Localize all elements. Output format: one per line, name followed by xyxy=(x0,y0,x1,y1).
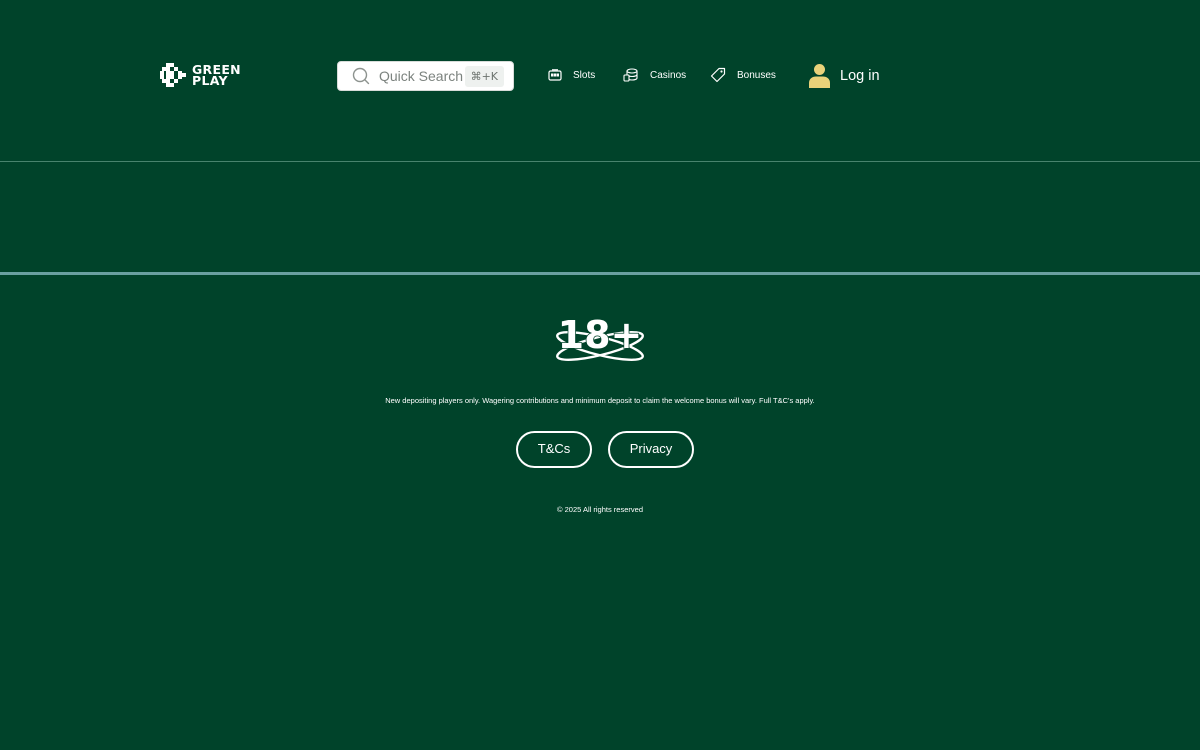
slot-machine-icon xyxy=(548,69,562,81)
nav-item-slots[interactable]: Slots xyxy=(548,66,595,84)
privacy-link-button[interactable]: Privacy xyxy=(608,431,694,468)
user-icon xyxy=(809,64,830,88)
search-shortcut-badge: ⌘+K xyxy=(464,66,504,87)
login-button[interactable]: Log in xyxy=(809,63,880,88)
coins-stack-icon xyxy=(623,68,638,82)
nav-label-casinos: Casinos xyxy=(650,69,687,81)
section-divider xyxy=(0,272,1200,275)
tag-icon xyxy=(710,67,726,83)
login-label: Log in xyxy=(840,67,880,84)
page: GREEN PLAY Quick Search ⌘+K Slots Casino… xyxy=(0,0,1200,750)
age-badge-text: 18+ xyxy=(558,313,643,357)
nav-item-casinos[interactable]: Casinos xyxy=(623,66,686,84)
terms-link-button[interactable]: T&Cs xyxy=(516,431,592,468)
nav-item-bonuses[interactable]: Bonuses xyxy=(710,66,776,84)
search-placeholder: Quick Search xyxy=(379,68,464,84)
age-restriction-badge: 18+ xyxy=(556,312,644,361)
search-icon xyxy=(352,67,370,85)
logo-wordmark: GREEN PLAY xyxy=(192,63,241,87)
nav-label-slots: Slots xyxy=(573,69,596,81)
quick-search-input[interactable]: Quick Search ⌘+K xyxy=(337,61,514,91)
nav-label-bonuses: Bonuses xyxy=(737,69,776,81)
copyright-text: © 2025 All rights reserved xyxy=(557,505,643,514)
disclaimer-text: New depositing players only. Wagering co… xyxy=(385,396,815,405)
green-play-logo-icon xyxy=(160,63,186,87)
site-header: GREEN PLAY Quick Search ⌘+K Slots Casino… xyxy=(0,0,1200,162)
site-logo[interactable]: GREEN PLAY xyxy=(160,63,241,87)
